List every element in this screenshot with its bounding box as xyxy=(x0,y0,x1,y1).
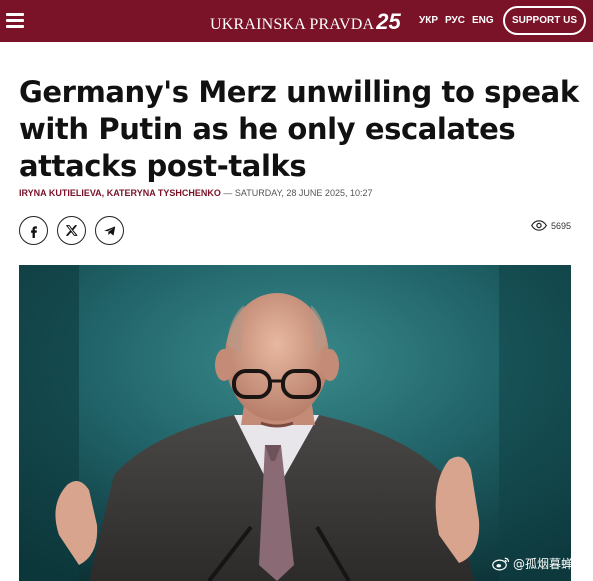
view-counter: 5695 xyxy=(531,220,571,231)
facebook-icon xyxy=(30,225,37,238)
language-eng-link[interactable]: ENG xyxy=(472,15,494,26)
article-byline: IRYNA KUTIELIEVA, KATERYNA TYSHCHENKO — … xyxy=(19,188,372,198)
author-link[interactable]: IRYNA KUTIELIEVA xyxy=(19,188,102,198)
logo-anniversary-number: 25 xyxy=(376,9,401,34)
author-link[interactable]: KATERYNA TYSHCHENKO xyxy=(107,188,221,198)
article-main-photo xyxy=(19,265,571,581)
top-navigation-bar: UKRAINSKA PRAVDA 25 УКР РУС ENG SUPPORT … xyxy=(0,0,593,42)
headline-line: attacks post-talks xyxy=(19,149,307,183)
image-watermark: @孤烟暮蝉 xyxy=(492,555,573,572)
language-rus-link[interactable]: РУС xyxy=(445,15,465,26)
publish-date: SATURDAY, 28 JUNE 2025, 10:27 xyxy=(234,188,373,198)
watermark-text: @孤烟暮蝉 xyxy=(513,557,574,571)
date-separator: — xyxy=(223,188,233,198)
weibo-icon xyxy=(492,557,510,571)
x-icon xyxy=(66,225,78,236)
share-telegram-button[interactable] xyxy=(95,216,124,245)
article-headline: Germany's Merz unwilling to speak with P… xyxy=(19,74,579,185)
eye-icon xyxy=(531,220,547,231)
headline-line: with Putin as he only escalates xyxy=(19,112,516,146)
share-x-button[interactable] xyxy=(57,216,86,245)
support-us-button[interactable]: SUPPORT US xyxy=(503,6,586,35)
logo-text: UKRAINSKA PRAVDA xyxy=(210,16,375,33)
telegram-icon xyxy=(103,225,115,236)
language-ukr-link[interactable]: УКР xyxy=(419,15,438,26)
hamburger-menu-icon[interactable] xyxy=(6,13,24,28)
portrait-illustration xyxy=(19,265,571,581)
views-count: 5695 xyxy=(551,220,572,231)
headline-line: Germany's Merz unwilling to speak xyxy=(19,75,579,109)
site-logo[interactable]: UKRAINSKA PRAVDA 25 xyxy=(210,9,401,34)
author-separator: , xyxy=(101,188,105,198)
share-buttons xyxy=(19,216,124,245)
language-switcher: УКР РУС ENG xyxy=(419,15,494,26)
share-facebook-button[interactable] xyxy=(19,216,48,245)
